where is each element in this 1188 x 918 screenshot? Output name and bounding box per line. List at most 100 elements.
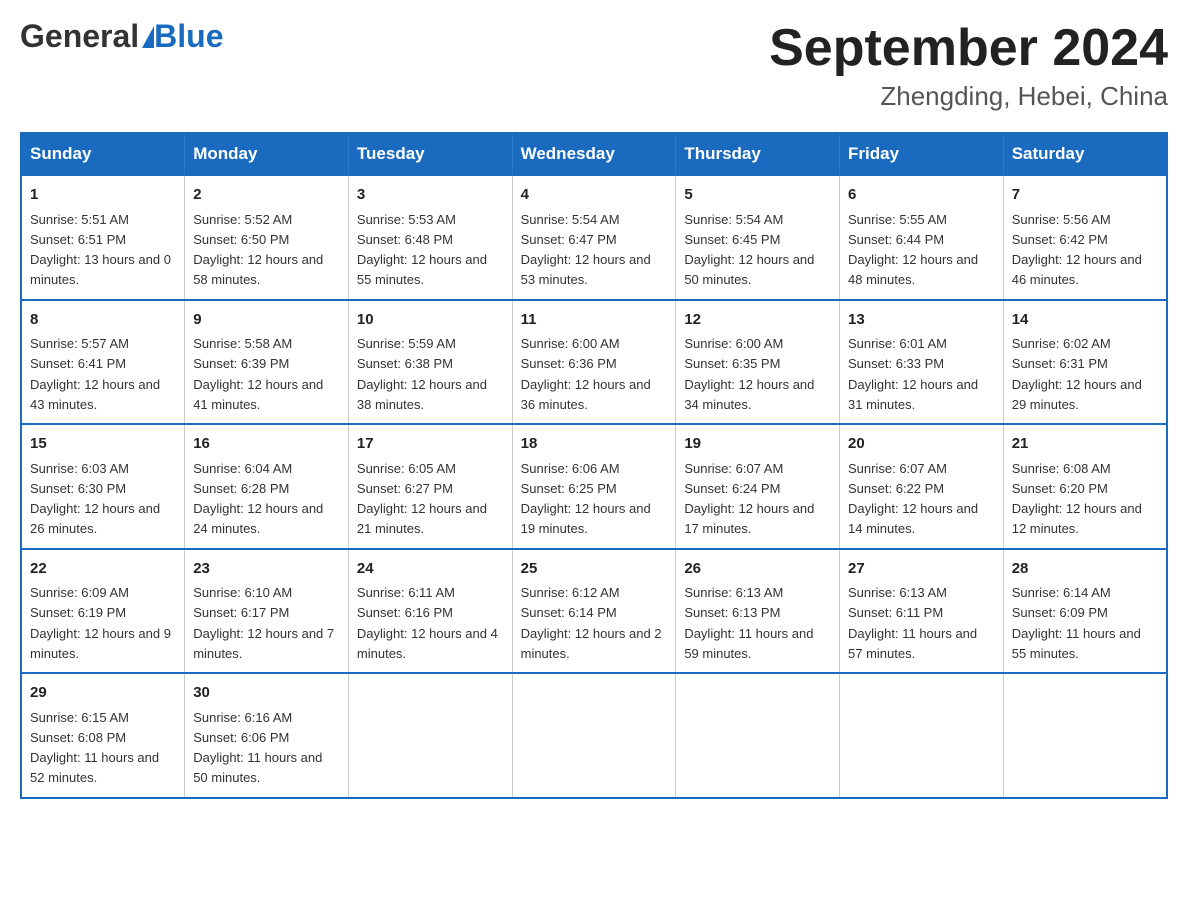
day-number: 8 — [30, 309, 176, 332]
day-number: 20 — [848, 433, 995, 456]
calendar-cell: 18 Sunrise: 6:06 AMSunset: 6:25 PMDayligh… — [512, 424, 676, 549]
calendar-cell — [1003, 673, 1167, 798]
day-info: Sunrise: 6:13 AMSunset: 6:13 PMDaylight:… — [684, 585, 813, 661]
calendar-week-row: 22Sunrise: 6:09 AMSunset: 6:19 PMDayligh… — [21, 549, 1167, 674]
day-number: 29 — [30, 682, 176, 705]
calendar-week-row: 29Sunrise: 6:15 AMSunset: 6:08 PMDayligh… — [21, 673, 1167, 798]
calendar-cell: 29Sunrise: 6:15 AMSunset: 6:08 PMDayligh… — [21, 673, 185, 798]
day-number: 19 — [684, 433, 831, 456]
calendar-cell: 27Sunrise: 6:13 AMSunset: 6:11 PMDayligh… — [840, 549, 1004, 674]
day-info: Sunrise: 6:05 AMSunset: 6:27 PMDaylight:… — [357, 461, 487, 537]
calendar-cell: 6 Sunrise: 5:55 AMSunset: 6:44 PMDaylight… — [840, 175, 1004, 300]
calendar-table: Sunday Monday Tuesday Wednesday Thursday… — [20, 132, 1168, 799]
day-info: Sunrise: 6:16 AMSunset: 6:06 PMDaylight:… — [193, 710, 322, 786]
calendar-cell: 19 Sunrise: 6:07 AMSunset: 6:24 PMDayligh… — [676, 424, 840, 549]
day-number: 5 — [684, 184, 831, 207]
day-info: Sunrise: 6:07 AMSunset: 6:22 PMDaylight:… — [848, 461, 978, 537]
day-info: Sunrise: 6:14 AMSunset: 6:09 PMDaylight:… — [1012, 585, 1141, 661]
day-info: Sunrise: 6:04 AMSunset: 6:28 PMDaylight:… — [193, 461, 323, 537]
calendar-cell: 25 Sunrise: 6:12 AMSunset: 6:14 PMDayligh… — [512, 549, 676, 674]
col-saturday: Saturday — [1003, 133, 1167, 175]
day-number: 17 — [357, 433, 504, 456]
day-number: 24 — [357, 558, 504, 581]
calendar-cell — [840, 673, 1004, 798]
day-info: Sunrise: 5:53 AMSunset: 6:48 PMDaylight:… — [357, 212, 487, 288]
day-info: Sunrise: 5:55 AMSunset: 6:44 PMDaylight:… — [848, 212, 978, 288]
day-info: Sunrise: 5:51 AMSunset: 6:51 PMDaylight:… — [30, 212, 171, 288]
day-info: Sunrise: 6:00 AMSunset: 6:35 PMDaylight:… — [684, 336, 814, 412]
page-header: General Blue September 2024 Zhengding, H… — [20, 20, 1168, 112]
calendar-cell — [676, 673, 840, 798]
col-friday: Friday — [840, 133, 1004, 175]
calendar-cell: 23Sunrise: 6:10 AMSunset: 6:17 PMDayligh… — [185, 549, 349, 674]
day-number: 15 — [30, 433, 176, 456]
logo-triangle-icon — [142, 26, 154, 48]
day-number: 30 — [193, 682, 340, 705]
col-monday: Monday — [185, 133, 349, 175]
day-number: 16 — [193, 433, 340, 456]
header-row: Sunday Monday Tuesday Wednesday Thursday… — [21, 133, 1167, 175]
day-number: 11 — [521, 309, 668, 332]
calendar-cell: 22Sunrise: 6:09 AMSunset: 6:19 PMDayligh… — [21, 549, 185, 674]
day-number: 4 — [521, 184, 668, 207]
day-number: 1 — [30, 184, 176, 207]
day-number: 12 — [684, 309, 831, 332]
calendar-cell — [348, 673, 512, 798]
location-title: Zhengding, Hebei, China — [769, 81, 1168, 112]
calendar-cell: 3 Sunrise: 5:53 AMSunset: 6:48 PMDaylight… — [348, 175, 512, 300]
calendar-cell: 2Sunrise: 5:52 AMSunset: 6:50 PMDaylight… — [185, 175, 349, 300]
day-info: Sunrise: 6:06 AMSunset: 6:25 PMDaylight:… — [521, 461, 651, 537]
calendar-body: 1 Sunrise: 5:51 AMSunset: 6:51 PMDaylight… — [21, 175, 1167, 798]
day-number: 22 — [30, 558, 176, 581]
day-info: Sunrise: 5:57 AMSunset: 6:41 PMDaylight:… — [30, 336, 160, 412]
title-block: September 2024 Zhengding, Hebei, China — [769, 20, 1168, 112]
day-number: 9 — [193, 309, 340, 332]
day-number: 14 — [1012, 309, 1158, 332]
day-number: 3 — [357, 184, 504, 207]
col-wednesday: Wednesday — [512, 133, 676, 175]
day-number: 25 — [521, 558, 668, 581]
day-number: 18 — [521, 433, 668, 456]
day-info: Sunrise: 5:54 AMSunset: 6:47 PMDaylight:… — [521, 212, 651, 288]
calendar-cell: 20 Sunrise: 6:07 AMSunset: 6:22 PMDayligh… — [840, 424, 1004, 549]
calendar-header: Sunday Monday Tuesday Wednesday Thursday… — [21, 133, 1167, 175]
day-number: 26 — [684, 558, 831, 581]
calendar-cell: 15Sunrise: 6:03 AMSunset: 6:30 PMDayligh… — [21, 424, 185, 549]
calendar-cell: 8 Sunrise: 5:57 AMSunset: 6:41 PMDaylight… — [21, 300, 185, 425]
logo-blue-text: Blue — [154, 20, 223, 52]
calendar-cell: 24Sunrise: 6:11 AMSunset: 6:16 PMDayligh… — [348, 549, 512, 674]
day-info: Sunrise: 6:02 AMSunset: 6:31 PMDaylight:… — [1012, 336, 1142, 412]
col-sunday: Sunday — [21, 133, 185, 175]
calendar-week-row: 15Sunrise: 6:03 AMSunset: 6:30 PMDayligh… — [21, 424, 1167, 549]
day-info: Sunrise: 5:52 AMSunset: 6:50 PMDaylight:… — [193, 212, 323, 288]
col-tuesday: Tuesday — [348, 133, 512, 175]
calendar-cell: 4 Sunrise: 5:54 AMSunset: 6:47 PMDaylight… — [512, 175, 676, 300]
day-number: 6 — [848, 184, 995, 207]
day-info: Sunrise: 6:10 AMSunset: 6:17 PMDaylight:… — [193, 585, 334, 661]
calendar-cell: 10Sunrise: 5:59 AMSunset: 6:38 PMDayligh… — [348, 300, 512, 425]
calendar-cell: 28 Sunrise: 6:14 AMSunset: 6:09 PMDayligh… — [1003, 549, 1167, 674]
day-number: 7 — [1012, 184, 1158, 207]
day-info: Sunrise: 6:07 AMSunset: 6:24 PMDaylight:… — [684, 461, 814, 537]
day-number: 28 — [1012, 558, 1158, 581]
calendar-cell: 1 Sunrise: 5:51 AMSunset: 6:51 PMDaylight… — [21, 175, 185, 300]
day-number: 13 — [848, 309, 995, 332]
day-info: Sunrise: 6:01 AMSunset: 6:33 PMDaylight:… — [848, 336, 978, 412]
day-info: Sunrise: 5:58 AMSunset: 6:39 PMDaylight:… — [193, 336, 323, 412]
calendar-cell: 13 Sunrise: 6:01 AMSunset: 6:33 PMDayligh… — [840, 300, 1004, 425]
calendar-cell — [512, 673, 676, 798]
logo-general-text: General — [20, 20, 139, 52]
month-title: September 2024 — [769, 20, 1168, 77]
calendar-cell: 17 Sunrise: 6:05 AMSunset: 6:27 PMDayligh… — [348, 424, 512, 549]
day-number: 21 — [1012, 433, 1158, 456]
day-info: Sunrise: 6:08 AMSunset: 6:20 PMDaylight:… — [1012, 461, 1142, 537]
calendar-week-row: 8 Sunrise: 5:57 AMSunset: 6:41 PMDaylight… — [21, 300, 1167, 425]
calendar-cell: 5 Sunrise: 5:54 AMSunset: 6:45 PMDaylight… — [676, 175, 840, 300]
day-info: Sunrise: 6:12 AMSunset: 6:14 PMDaylight:… — [521, 585, 662, 661]
day-info: Sunrise: 6:13 AMSunset: 6:11 PMDaylight:… — [848, 585, 977, 661]
day-info: Sunrise: 5:54 AMSunset: 6:45 PMDaylight:… — [684, 212, 814, 288]
day-number: 10 — [357, 309, 504, 332]
calendar-cell: 7Sunrise: 5:56 AMSunset: 6:42 PMDaylight… — [1003, 175, 1167, 300]
calendar-cell: 9 Sunrise: 5:58 AMSunset: 6:39 PMDaylight… — [185, 300, 349, 425]
day-info: Sunrise: 6:00 AMSunset: 6:36 PMDaylight:… — [521, 336, 651, 412]
